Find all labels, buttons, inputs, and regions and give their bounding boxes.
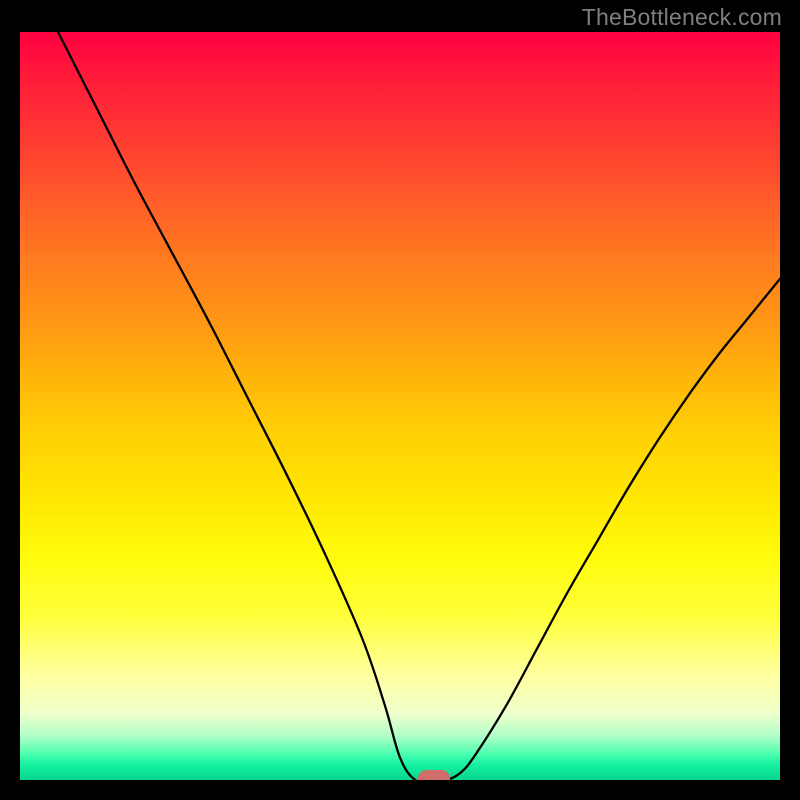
- chart-frame: TheBottleneck.com: [0, 0, 800, 800]
- bottleneck-curve: [20, 32, 780, 780]
- optimal-marker: [418, 770, 450, 781]
- watermark-text: TheBottleneck.com: [582, 4, 782, 31]
- plot-area: [20, 32, 780, 780]
